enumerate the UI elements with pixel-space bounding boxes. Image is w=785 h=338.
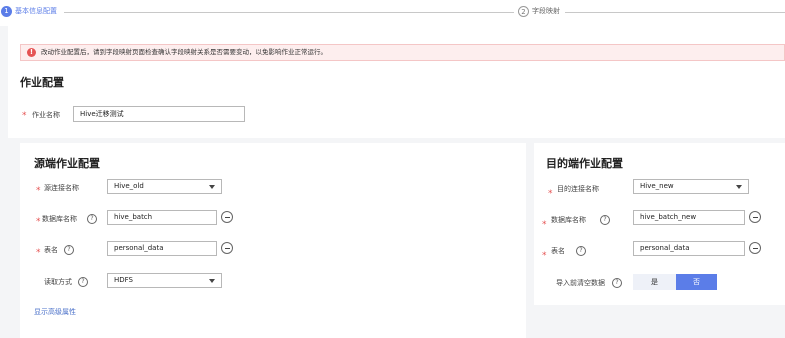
alert-text: 改动作业配置后，请到字段映射页面检查确认字段映射关系是否需要变动，以免影响作业正… <box>41 48 327 56</box>
step-1-label[interactable]: 基本信息配置 <box>15 6 57 17</box>
stepper-line-2 <box>565 12 785 13</box>
job-config-title: 作业配置 <box>20 76 64 89</box>
source-connection-value: Hive_old <box>114 182 144 190</box>
target-table-label: 表名 <box>551 247 565 255</box>
step-2-number[interactable]: 2 <box>518 6 529 17</box>
target-title: 目的端作业配置 <box>546 157 623 170</box>
minus-circle-icon[interactable] <box>221 211 233 223</box>
help-icon[interactable]: ? <box>87 214 97 224</box>
target-connection-select[interactable]: Hive_new <box>633 179 749 194</box>
minus-circle-icon[interactable] <box>749 211 761 223</box>
target-connection-label: 目的连接名称 <box>557 185 599 193</box>
target-database-label: 数据库名称 <box>551 216 586 224</box>
chevron-down-icon <box>736 185 742 189</box>
stepper: 1 基本信息配置 2 字段映射 <box>0 0 785 26</box>
source-database-input[interactable]: hive_batch <box>107 210 217 225</box>
read-mode-label: 读取方式 <box>44 278 72 286</box>
clear-data-yes-button[interactable]: 是 <box>633 274 676 290</box>
source-table-label: 表名 <box>44 246 58 254</box>
minus-circle-icon[interactable] <box>749 242 761 254</box>
read-mode-select[interactable]: HDFS <box>107 273 222 288</box>
warning-icon: ! <box>27 48 36 57</box>
chevron-down-icon <box>209 279 215 283</box>
help-icon[interactable]: ? <box>600 215 610 225</box>
source-connection-select[interactable]: Hive_old <box>107 179 222 194</box>
required-mark: * <box>548 189 553 199</box>
clear-data-label: 导入前清空数据 <box>556 279 605 287</box>
required-mark: * <box>542 251 547 261</box>
stepper-line-1 <box>64 12 514 13</box>
minus-circle-icon[interactable] <box>221 242 233 254</box>
help-icon[interactable]: ? <box>612 278 622 288</box>
source-table-input[interactable]: personal_data <box>107 241 217 256</box>
job-name-label: 作业名称 <box>32 111 60 119</box>
required-mark: * <box>542 220 547 230</box>
required-mark: * <box>36 248 41 258</box>
step-1-number[interactable]: 1 <box>1 6 12 17</box>
required-mark: * <box>22 111 27 121</box>
job-name-input[interactable]: Hive迁移测试 <box>73 106 245 122</box>
chevron-down-icon <box>209 185 215 189</box>
clear-data-no-button[interactable]: 否 <box>676 274 717 290</box>
source-connection-label: 源连接名称 <box>44 184 79 192</box>
required-mark: * <box>36 217 41 227</box>
source-title: 源端作业配置 <box>34 157 100 170</box>
target-table-input[interactable]: personal_data <box>633 241 745 256</box>
step-2-label[interactable]: 字段映射 <box>532 6 560 17</box>
target-connection-value: Hive_new <box>640 182 674 190</box>
help-icon[interactable]: ? <box>64 245 74 255</box>
warning-alert: ! 改动作业配置后，请到字段映射页面检查确认字段映射关系是否需要变动，以免影响作… <box>20 44 785 61</box>
read-mode-value: HDFS <box>114 276 134 284</box>
source-panel <box>20 143 526 338</box>
target-database-input[interactable]: hive_batch_new <box>633 210 745 225</box>
source-database-label: 数据库名称 <box>42 215 77 223</box>
help-icon[interactable]: ? <box>78 277 88 287</box>
required-mark: * <box>36 186 41 196</box>
help-icon[interactable]: ? <box>576 246 586 256</box>
show-advanced-link[interactable]: 显示高级属性 <box>34 307 76 317</box>
